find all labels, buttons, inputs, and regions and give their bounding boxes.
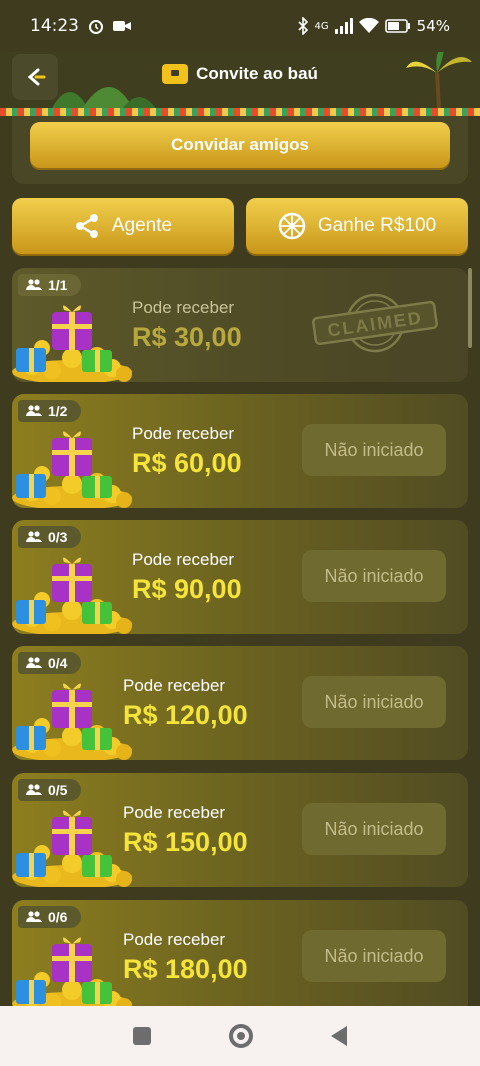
status-bar: 14:23 4G 54% — [0, 0, 480, 52]
reward-label: Pode receber — [123, 930, 226, 949]
users-icon — [26, 784, 42, 795]
decorative-stripe — [0, 108, 480, 116]
system-nav-bar — [0, 1006, 480, 1066]
invite-count: 1/2 — [48, 403, 68, 419]
users-icon — [26, 911, 42, 922]
alarm-icon — [89, 20, 103, 34]
gift-pile-icon — [12, 305, 132, 382]
status-button[interactable]: Não iniciado — [302, 930, 446, 982]
prize-wheel-icon — [278, 212, 306, 240]
users-icon — [26, 405, 42, 416]
status-time: 14:23 — [30, 16, 79, 36]
reward-card: 1/1 Pode receber R$ 30,00 CLAIMED — [12, 268, 468, 382]
page-title-text: Convite ao baú — [196, 64, 318, 83]
recents-button[interactable] — [133, 1027, 151, 1045]
battery-icon — [384, 19, 410, 33]
reward-amount: R$ 120,00 — [123, 700, 248, 730]
agent-button[interactable]: Agente — [12, 198, 234, 254]
invite-progress-badge: 0/4 — [18, 652, 82, 674]
users-icon — [26, 531, 42, 542]
gift-pile-icon — [12, 683, 132, 760]
earn-button-label: Ganhe R$100 — [317, 215, 437, 236]
earn-button[interactable]: Ganhe R$100 — [246, 198, 468, 254]
invite-progress-badge: 0/5 — [18, 779, 82, 801]
invite-count: 0/6 — [48, 909, 68, 925]
reward-label: Pode receber — [123, 676, 226, 695]
status-button[interactable]: Não iniciado — [302, 676, 446, 728]
invite-progress-badge: 1/1 — [18, 274, 82, 296]
gift-pile-icon — [12, 431, 132, 508]
scrollbar[interactable] — [468, 268, 472, 348]
gift-pile-icon — [12, 557, 132, 634]
wifi-icon — [358, 18, 379, 33]
reward-label: Pode receber — [132, 298, 235, 317]
system-back-button[interactable] — [331, 1026, 347, 1046]
status-button[interactable]: Não iniciado — [302, 803, 446, 855]
page-title: Convite ao baú — [0, 64, 480, 84]
invite-friends-button[interactable]: Convidar amigos — [30, 122, 450, 168]
gift-pile-icon — [12, 810, 132, 887]
chest-icon — [162, 64, 189, 84]
status-button[interactable]: Não iniciado — [302, 550, 446, 602]
reward-card: 0/6 Pode receber R$ 180,00 Não iniciado — [12, 900, 468, 1014]
bluetooth-icon — [297, 17, 308, 35]
reward-card: 0/3 Pode receber R$ 90,00 Não iniciado — [12, 520, 468, 634]
reward-card: 0/5 Pode receber R$ 150,00 Não iniciado — [12, 773, 468, 887]
network-type: 4G — [314, 20, 329, 32]
reward-label: Pode receber — [123, 803, 226, 822]
invite-progress-badge: 0/3 — [18, 526, 82, 548]
invite-progress-badge: 1/2 — [18, 400, 82, 422]
reward-label: Pode receber — [132, 424, 235, 443]
reward-label: Pode receber — [132, 550, 235, 569]
home-button[interactable] — [229, 1024, 253, 1048]
reward-amount: R$ 30,00 — [132, 322, 242, 352]
invite-count: 0/5 — [48, 782, 68, 798]
reward-amount: R$ 150,00 — [123, 827, 248, 857]
status-button[interactable]: Não iniciado — [302, 424, 446, 476]
users-icon — [26, 279, 42, 290]
signal-icon — [334, 18, 353, 34]
video-camera-icon — [113, 21, 131, 31]
invite-count: 0/3 — [48, 529, 68, 545]
reward-amount: R$ 60,00 — [132, 448, 242, 478]
reward-card: 1/2 Pode receber R$ 60,00 Não iniciado — [12, 394, 468, 508]
gift-pile-icon — [12, 937, 132, 1014]
share-icon — [75, 214, 98, 238]
reward-amount: R$ 180,00 — [123, 954, 248, 984]
invite-count: 0/4 — [48, 655, 68, 671]
invite-progress-badge: 0/6 — [18, 906, 82, 928]
invite-count: 1/1 — [48, 277, 68, 293]
reward-card: 0/4 Pode receber R$ 120,00 Não iniciado — [12, 646, 468, 760]
header: Convite ao baú — [0, 52, 480, 112]
users-icon — [26, 657, 42, 668]
battery-level: 54% — [416, 17, 450, 35]
agent-button-label: Agente — [111, 215, 173, 236]
reward-amount: R$ 90,00 — [132, 574, 242, 604]
claimed-stamp: CLAIMED — [312, 293, 438, 353]
